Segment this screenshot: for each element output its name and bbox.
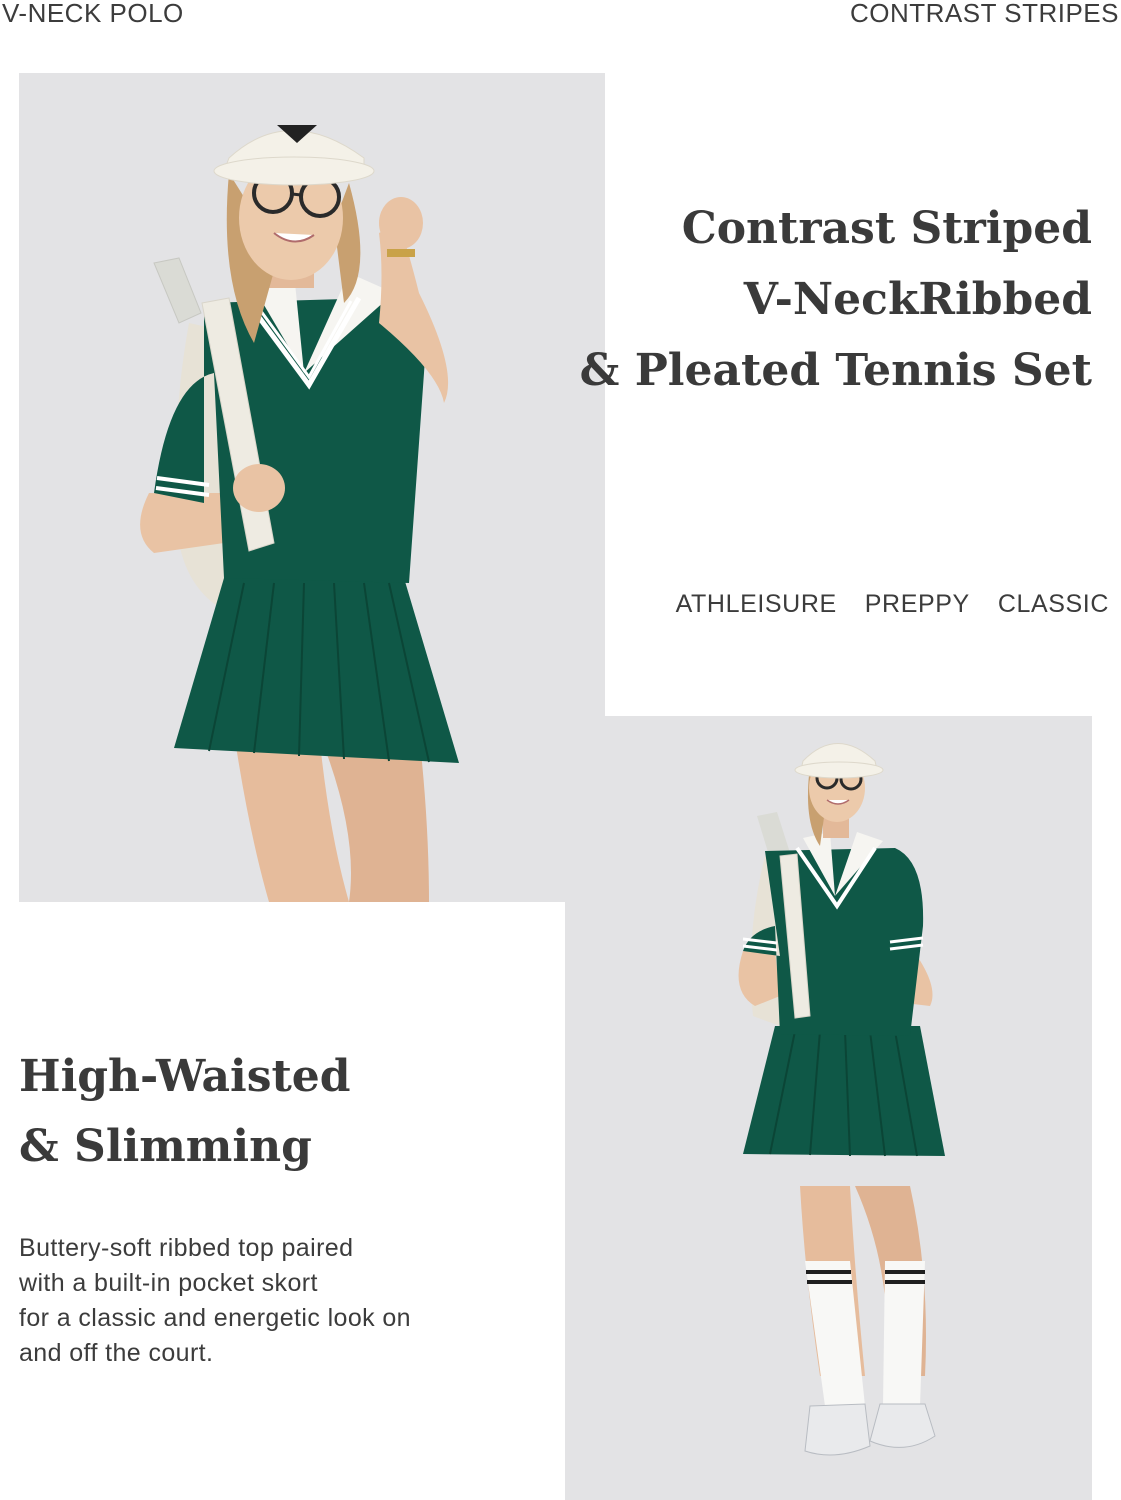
tag-athleisure: ATHLEISURE [675, 590, 837, 618]
feature-description: Buttery-soft ribbed top paired with a bu… [19, 1231, 411, 1371]
model-photo-closeup [19, 73, 605, 902]
description-line-2: with a built-in pocket skort [19, 1269, 318, 1297]
headline-line-2: V-NeckRibbed [743, 274, 1092, 325]
feature-title-line-2: & Slimming [19, 1121, 312, 1172]
feature-title-line-1: High-Waisted [19, 1051, 351, 1102]
tag-classic: CLASSIC [997, 590, 1109, 618]
top-left-label: V-NECK POLO [2, 0, 184, 28]
model-fullbody-illustration [565, 716, 1092, 1500]
headline-line-3: & Pleated Tennis Set [579, 345, 1092, 396]
model-closeup-illustration [19, 73, 605, 902]
tag-preppy: PREPPY [864, 590, 970, 618]
top-right-label: CONTRAST STRIPES [849, 0, 1119, 28]
description-line-4: and off the court. [19, 1339, 214, 1367]
style-tags: ATHLEISURE PREPPY CLASSIC [676, 590, 1109, 619]
product-headline: Contrast Striped V-NeckRibbed & Pleated … [580, 193, 1092, 406]
feature-title: High-Waisted & Slimming [19, 1042, 351, 1182]
headline-line-1: Contrast Striped [681, 203, 1092, 254]
model-photo-fullbody [565, 716, 1092, 1500]
description-line-3: for a classic and energetic look on [19, 1304, 411, 1332]
description-line-1: Buttery-soft ribbed top paired [19, 1234, 354, 1262]
